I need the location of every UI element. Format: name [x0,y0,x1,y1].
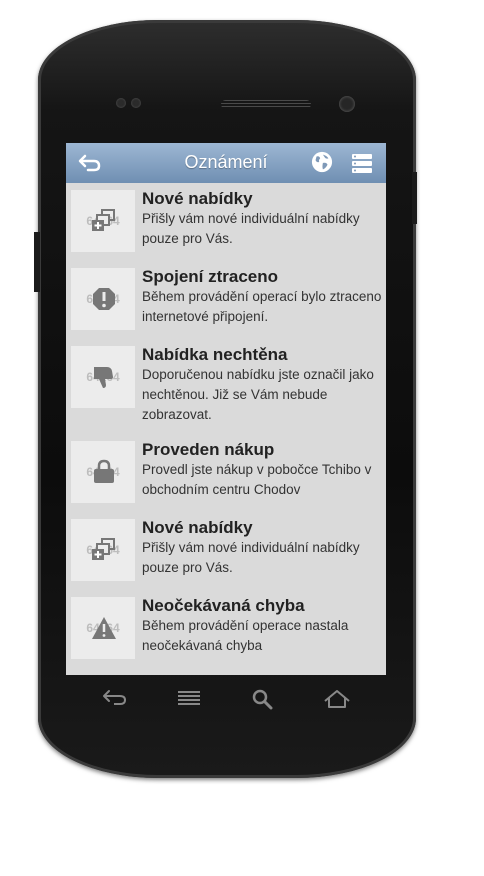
volume-button[interactable] [34,232,40,292]
proximity-sensor [116,98,126,108]
notification-item[interactable]: 64x64 Neočekávaná chyba Během provádění … [66,590,386,668]
notification-thumbnail: 64x64 [71,190,135,252]
notification-title: Nové nabídky [142,189,253,208]
globe-icon[interactable] [310,151,334,173]
app-header: Oznámení [66,143,386,183]
notification-item[interactable]: 64x64 Proveden nákup Provedl jste nákup … [66,434,386,512]
warning-icon [92,617,116,639]
earpiece-speaker [221,100,311,109]
power-button[interactable] [412,172,417,224]
notification-thumbnail: 64x64 [71,519,135,581]
new-offers-icon [92,209,115,231]
page-title: Oznámení [184,152,268,172]
notification-thumbnail: 64x64 [71,268,135,330]
notification-title: Nabídka nechtěna [142,345,288,364]
new-offers-icon [92,538,115,560]
notification-thumbnail: 64x64 [71,597,135,659]
notification-item[interactable]: 64x64 Nabídka nechtěna Doporučenou nabíd… [66,339,386,434]
notification-description: Provedl jste nákup v pobočce Tchibo v ob… [142,462,372,497]
connection-lost-icon [93,288,115,310]
notification-description: Přišly vám nové individuální nabídky pou… [142,540,360,575]
app-screen: Oznámení 64x64 Nové nabídky Přišly vám n… [66,143,386,675]
notification-title: Spojení ztraceno [142,267,279,286]
search-nav-icon[interactable] [251,688,273,710]
thumbs-down-icon [94,367,113,388]
menu-icon[interactable] [350,152,374,174]
notification-item[interactable]: 64x64 Nové nabídky Přišly vám nové indiv… [66,512,386,590]
back-nav-icon[interactable] [102,688,128,708]
home-nav-icon[interactable] [322,688,352,710]
notification-title: Neočekávaná chyba [142,596,305,615]
notification-description: Doporučenou nabídku jste označil jako ne… [142,367,374,422]
notification-description: Během provádění operace nastala neočekáv… [142,618,349,653]
notification-description: Během provádění operací bylo ztraceno in… [142,289,382,324]
notification-description: Přišly vám nové individuální nabídky pou… [142,211,360,246]
notification-thumbnail: 64x64 [71,441,135,503]
notification-title: Nové nabídky [142,518,253,537]
menu-nav-icon[interactable] [176,688,202,708]
front-camera [339,96,355,112]
notification-thumbnail: 64x64 [71,346,135,408]
notification-item[interactable]: 64x64 Nové nabídky Přišly vám nové indiv… [66,183,386,261]
notification-item[interactable]: 64x64 Spojení ztraceno Během provádění o… [66,261,386,339]
android-nav-bar [90,688,370,728]
shopping-bag-icon [94,459,114,483]
light-sensor [131,98,141,108]
notification-title: Proveden nákup [142,440,275,459]
